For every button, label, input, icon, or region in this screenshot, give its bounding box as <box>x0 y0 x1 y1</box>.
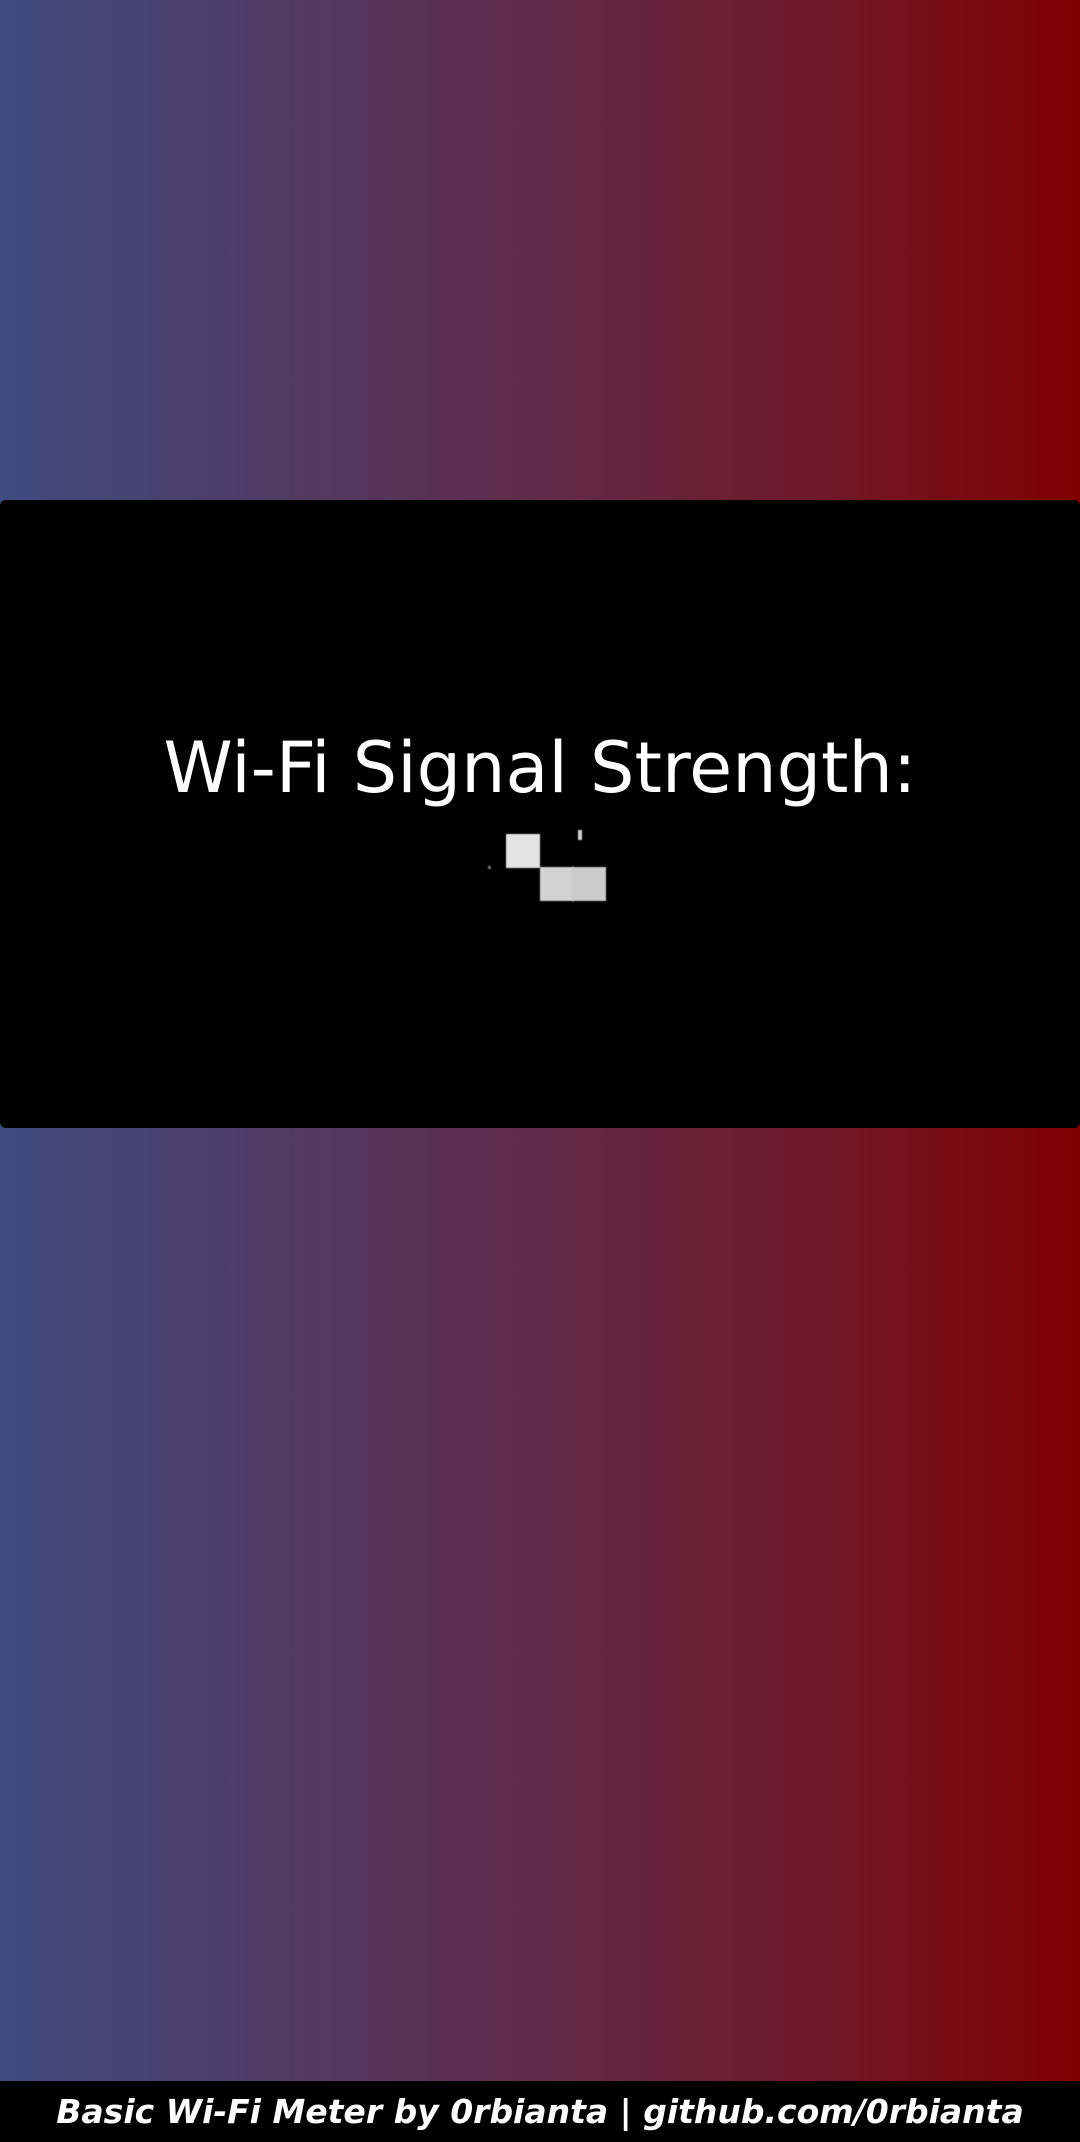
footer-credit: Basic Wi-Fi Meter by 0rbianta | github.c… <box>56 2092 1024 2131</box>
signal-panel: Wi-Fi Signal Strength: <box>0 500 1080 1128</box>
signal-glyph-dot <box>488 866 491 869</box>
signal-strength-icon <box>488 830 608 901</box>
app-screen: { "background": { "gradient_start": "#3f… <box>0 0 1080 2142</box>
signal-glyph-tick <box>578 830 582 840</box>
signal-glyph-block <box>572 867 606 901</box>
signal-glyph-block <box>540 867 574 901</box>
signal-glyph-block <box>506 834 540 868</box>
footer-bar: Basic Wi-Fi Meter by 0rbianta | github.c… <box>0 2081 1080 2142</box>
signal-strength-title: Wi-Fi Signal Strength: <box>163 727 917 809</box>
